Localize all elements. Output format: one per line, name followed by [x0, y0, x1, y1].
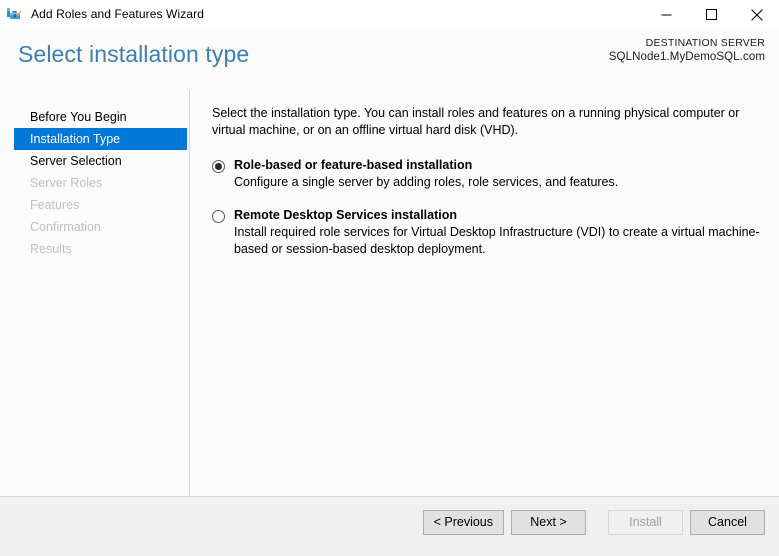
- radio-remote-desktop-services-installation[interactable]: [212, 210, 225, 223]
- nav-item-installation-type[interactable]: Installation Type: [14, 128, 187, 150]
- wizard-body: Before You Begin Installation Type Serve…: [0, 90, 779, 496]
- page-header: Select installation type DESTINATION SER…: [0, 29, 779, 90]
- nav-item-results: Results: [30, 242, 72, 256]
- radio-role-based-installation[interactable]: [212, 160, 225, 173]
- option-role-based-description: Configure a single server by adding role…: [234, 175, 619, 189]
- option-role-based-title: Role-based or feature-based installation: [234, 158, 473, 172]
- nav-item-server-selection[interactable]: Server Selection: [14, 150, 187, 172]
- footer-button-bar: < Previous Next > Install Cancel: [416, 510, 765, 535]
- minimize-button[interactable]: [644, 0, 689, 29]
- destination-server-label: DESTINATION SERVER: [645, 37, 765, 49]
- maximize-button[interactable]: [689, 0, 734, 29]
- option-remote-desktop-description: Install required role services for Virtu…: [234, 225, 760, 256]
- intro-text: Select the installation type. You can in…: [212, 106, 740, 137]
- option-remote-desktop-title: Remote Desktop Services installation: [234, 208, 457, 222]
- destination-server-value: SQLNode1.MyDemoSQL.com: [608, 51, 765, 63]
- option-remote-desktop-services-installation[interactable]: Remote Desktop Services installation Ins…: [212, 207, 761, 258]
- installation-type-radio-group: Role-based or feature-based installation…: [212, 157, 761, 258]
- destination-server-block: DESTINATION SERVER SQLNode1.MyDemoSQL.co…: [609, 36, 765, 64]
- cancel-button[interactable]: Cancel: [690, 510, 765, 535]
- previous-button[interactable]: < Previous: [422, 510, 504, 535]
- page-title: Select installation type: [18, 41, 250, 67]
- next-button[interactable]: Next >: [511, 510, 586, 535]
- maximize-icon: [706, 9, 717, 20]
- close-icon: [750, 8, 763, 21]
- install-button: Install: [608, 510, 683, 535]
- option-remote-desktop-texts: Remote Desktop Services installation Ins…: [234, 207, 761, 258]
- nav-item-features: Features: [30, 198, 80, 212]
- option-role-based-texts: Role-based or feature-based installation…: [234, 157, 761, 191]
- wizard-footer: < Previous Next > Install Cancel: [0, 496, 779, 556]
- toolbox-icon: [7, 7, 22, 19]
- window-titlebar: Add Roles and Features Wizard: [0, 0, 779, 29]
- window-title: Add Roles and Features Wizard: [31, 7, 204, 21]
- option-role-based-installation[interactable]: Role-based or feature-based installation…: [212, 157, 761, 191]
- wizard-content-pane: Select the installation type. You can in…: [190, 90, 779, 496]
- nav-item-server-roles: Server Roles: [30, 176, 103, 190]
- nav-item-confirmation: Confirmation: [30, 220, 101, 234]
- close-button[interactable]: [734, 0, 779, 29]
- minimize-icon: [661, 14, 672, 16]
- window-controls: [644, 0, 779, 29]
- nav-item-before-you-begin[interactable]: Before You Begin: [14, 106, 187, 128]
- wizard-navigation-pane: Before You Begin Installation Type Serve…: [0, 90, 190, 496]
